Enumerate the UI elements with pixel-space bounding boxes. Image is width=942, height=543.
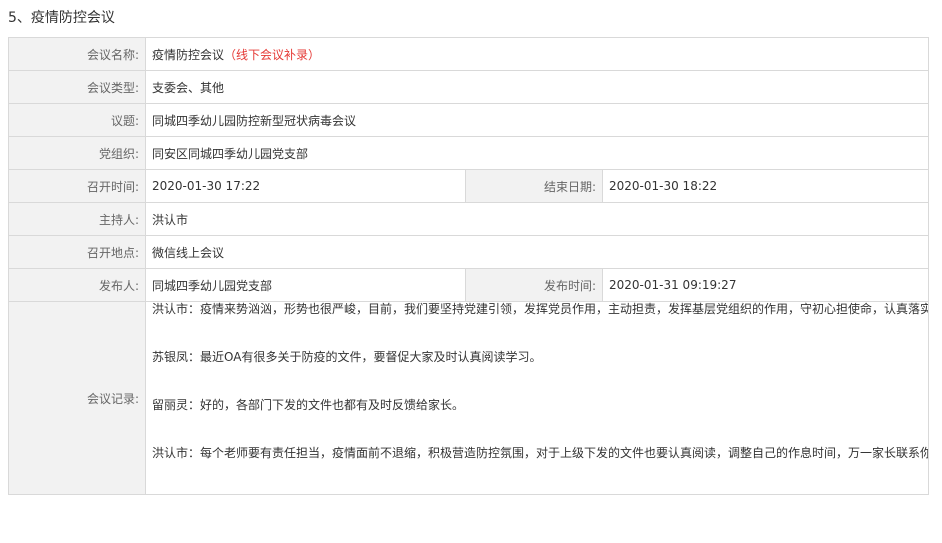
record-entry: 洪认市：每个老师要有责任担当，疫情面前不退缩，积极营造防控氛围，对于上级下发的文… <box>152 446 928 460</box>
value-party-org: 同安区同城四季幼儿园党支部 <box>145 136 929 170</box>
label-party-org: 党组织: <box>8 136 146 170</box>
value-start-time: 2020-01-30 17:22 <box>145 169 466 203</box>
row-type: 会议类型: 支委会、其他 <box>8 70 929 104</box>
row-time: 召开时间: 2020-01-30 17:22 结束日期: 2020-01-30 … <box>8 169 929 203</box>
label-records: 会议记录: <box>8 301 146 495</box>
value-records: 洪认市：疫情来势汹汹，形势也很严峻，目前，我们要坚持党建引领，发挥党员作用，主动… <box>145 301 929 495</box>
row-records: 会议记录: 洪认市：疫情来势汹汹，形势也很严峻，目前，我们要坚持党建引领，发挥党… <box>8 301 929 495</box>
meeting-info-table: 会议名称: 疫情防控会议（线下会议补录） 会议类型: 支委会、其他 议题: 同城… <box>8 37 929 495</box>
value-publisher: 同城四季幼儿园党支部 <box>145 268 466 302</box>
meeting-name-note: （线下会议补录） <box>224 47 321 62</box>
row-topic: 议题: 同城四季幼儿园防控新型冠状病毒会议 <box>8 103 929 137</box>
label-place: 召开地点: <box>8 235 146 269</box>
row-org: 党组织: 同安区同城四季幼儿园党支部 <box>8 136 929 170</box>
meeting-name-text: 疫情防控会议 <box>152 47 225 62</box>
label-host: 主持人: <box>8 202 146 236</box>
row-publisher: 发布人: 同城四季幼儿园党支部 发布时间: 2020-01-31 09:19:2… <box>8 268 929 302</box>
record-entry: 留丽灵：好的，各部门下发的文件也都有及时反馈给家长。 <box>152 398 465 412</box>
value-host: 洪认市 <box>145 202 929 236</box>
label-topic: 议题: <box>8 103 146 137</box>
value-place: 微信线上会议 <box>145 235 929 269</box>
label-meeting-type: 会议类型: <box>8 70 146 104</box>
value-meeting-name: 疫情防控会议（线下会议补录） <box>145 37 929 71</box>
label-meeting-name: 会议名称: <box>8 37 146 71</box>
row-place: 召开地点: 微信线上会议 <box>8 235 929 269</box>
row-host: 主持人: 洪认市 <box>8 202 929 236</box>
label-end-date: 结束日期: <box>465 169 603 203</box>
label-start-time: 召开时间: <box>8 169 146 203</box>
value-meeting-type: 支委会、其他 <box>145 70 929 104</box>
label-publish-time: 发布时间: <box>465 268 603 302</box>
section-title: 5、疫情防控会议 <box>8 10 115 26</box>
record-entry: 洪认市：疫情来势汹汹，形势也很严峻，目前，我们要坚持党建引领，发挥党员作用，主动… <box>152 302 928 317</box>
label-publisher: 发布人: <box>8 268 146 302</box>
value-topic: 同城四季幼儿园防控新型冠状病毒会议 <box>145 103 929 137</box>
record-entry: 苏银凤：最近OA有很多关于防疫的文件，要督促大家及时认真阅读学习。 <box>152 350 542 364</box>
value-publish-time: 2020-01-31 09:19:27 <box>602 268 929 302</box>
value-end-date: 2020-01-30 18:22 <box>602 169 929 203</box>
row-name: 会议名称: 疫情防控会议（线下会议补录） <box>8 37 929 71</box>
